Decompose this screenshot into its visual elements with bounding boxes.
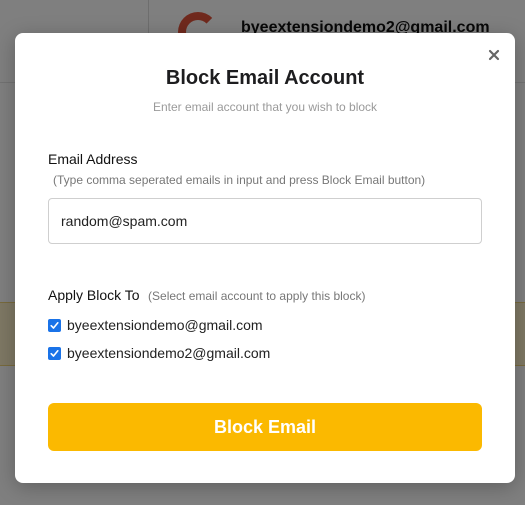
checkmark-icon [50, 349, 59, 357]
account-option-1[interactable]: byeextensiondemo@gmail.com [48, 316, 263, 334]
account-option-2[interactable]: byeextensiondemo2@gmail.com [48, 344, 270, 362]
account-1-checkbox[interactable] [48, 318, 61, 332]
modal-subtitle: Enter email account that you wish to blo… [152, 100, 378, 114]
modal-title: Block Email Account [165, 67, 365, 89]
apply-block-hint: (Select email account to apply this bloc… [148, 289, 366, 303]
email-address-label: Email Address [48, 151, 138, 167]
block-email-modal: Block Email Account Enter email account … [15, 33, 515, 483]
close-icon [488, 49, 500, 61]
account-2-label: byeextensiondemo2@gmail.com [67, 345, 271, 361]
apply-block-header: Apply Block To (Select email account to … [48, 287, 365, 305]
close-button[interactable] [487, 48, 503, 64]
email-address-hint: (Type comma seperated emails in input an… [53, 173, 426, 187]
apply-block-label: Apply Block To [48, 287, 140, 303]
email-address-input[interactable] [48, 198, 482, 244]
account-1-label: byeextensiondemo@gmail.com [67, 317, 263, 333]
block-email-button[interactable]: Block Email [48, 403, 482, 451]
checkmark-icon [50, 321, 59, 329]
account-2-checkbox[interactable] [48, 346, 61, 360]
